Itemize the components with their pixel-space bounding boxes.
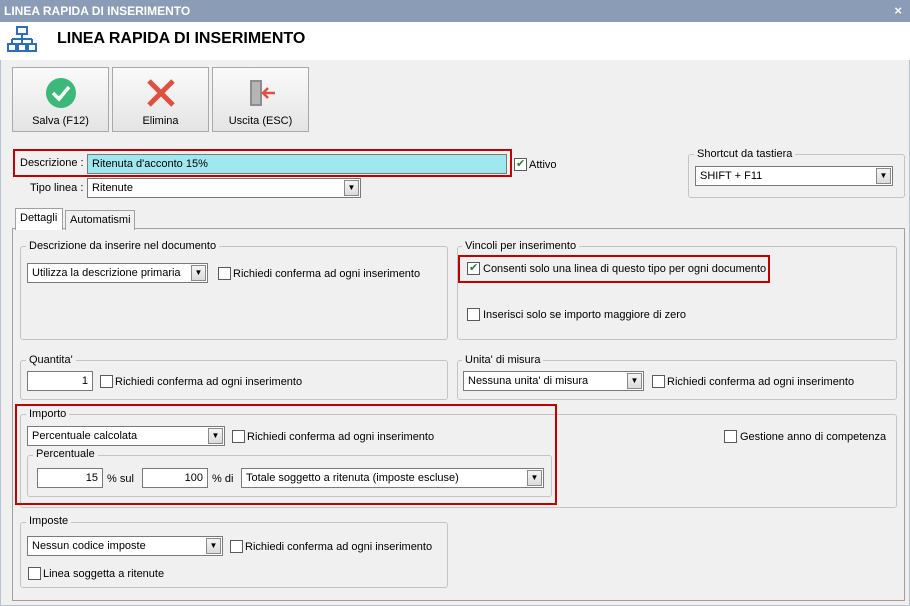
sitemap-icon bbox=[7, 25, 37, 58]
gestione-label: Gestione anno di competenza bbox=[740, 431, 887, 443]
importo-confirm-label: Richiedi conferma ad ogni inserimento bbox=[247, 431, 435, 443]
chevron-down-icon[interactable]: ▼ bbox=[191, 265, 206, 281]
descrizione-label: Descrizione : bbox=[20, 157, 84, 169]
descrizione-documento-select[interactable]: Utilizza la descrizione primaria ▼ bbox=[27, 263, 208, 283]
importo-confirm-checkbox[interactable] bbox=[232, 430, 245, 443]
unita-select[interactable]: Nessuna unita' di misura ▼ bbox=[463, 371, 644, 391]
consenti-checkbox[interactable] bbox=[467, 261, 480, 275]
chevron-down-icon[interactable]: ▼ bbox=[876, 168, 891, 184]
window-title-bar: LINEA RAPIDA DI INSERIMENTO × bbox=[0, 0, 910, 22]
imposte-value: Nessun codice imposte bbox=[32, 540, 146, 552]
window-title: LINEA RAPIDA DI INSERIMENTO bbox=[4, 4, 191, 18]
descrizione-confirm-label: Richiedi conferma ad ogni inserimento bbox=[233, 268, 421, 280]
gestione-checkbox[interactable] bbox=[724, 430, 737, 443]
percentuale-title: Percentuale bbox=[33, 448, 98, 460]
tab-automatismi[interactable]: Automatismi bbox=[65, 210, 135, 230]
imposte-select[interactable]: Nessun codice imposte ▼ bbox=[27, 536, 223, 556]
exit-door-icon bbox=[250, 80, 275, 106]
imposte-confirm-checkbox[interactable] bbox=[230, 540, 243, 553]
shortcut-title: Shortcut da tastiera bbox=[694, 148, 796, 160]
percent-base-value: Totale soggetto a ritenuta (imposte escl… bbox=[246, 472, 459, 484]
attivo-label: Attivo bbox=[529, 159, 557, 171]
tipo-linea-select[interactable]: Ritenute ▼ bbox=[87, 178, 361, 198]
tipo-linea-value: Ritenute bbox=[92, 182, 133, 194]
attivo-checkbox[interactable] bbox=[514, 157, 527, 171]
percent-di-label: % di bbox=[212, 473, 234, 485]
importo-select[interactable]: Percentuale calcolata ▼ bbox=[27, 426, 225, 446]
exit-button[interactable]: Uscita (ESC) bbox=[212, 67, 309, 132]
delete-button[interactable]: Elimina bbox=[112, 67, 209, 132]
chevron-down-icon[interactable]: ▼ bbox=[527, 470, 542, 486]
quantita-title: Quantita' bbox=[26, 354, 76, 366]
x-icon bbox=[147, 79, 175, 107]
percent-input[interactable]: 15 bbox=[37, 468, 103, 488]
unita-value: Nessuna unita' di misura bbox=[468, 375, 589, 387]
quantita-input[interactable]: 1 bbox=[27, 371, 93, 391]
descrizione-confirm-checkbox[interactable] bbox=[218, 267, 231, 280]
consenti-label: Consenti solo una linea di questo tipo p… bbox=[483, 263, 767, 275]
chevron-down-icon[interactable]: ▼ bbox=[627, 373, 642, 389]
importo-value: Percentuale calcolata bbox=[32, 430, 138, 442]
unita-confirm-label: Richiedi conferma ad ogni inserimento bbox=[667, 376, 855, 388]
delete-button-label: Elimina bbox=[142, 115, 179, 127]
unita-title: Unita' di misura bbox=[462, 354, 544, 366]
exit-button-label: Uscita (ESC) bbox=[228, 115, 293, 127]
unita-confirm-checkbox[interactable] bbox=[652, 375, 665, 388]
shortcut-select[interactable]: SHIFT + F11 ▼ bbox=[695, 166, 893, 186]
linea-ritenute-checkbox[interactable] bbox=[28, 567, 41, 580]
check-icon bbox=[46, 78, 76, 108]
tab-dettagli[interactable]: Dettagli bbox=[15, 208, 63, 230]
inserisci-label: Inserisci solo se importo maggiore di ze… bbox=[483, 309, 686, 321]
descrizione-documento-title: Descrizione da inserire nel documento bbox=[26, 240, 220, 252]
percent-sul-label: % sul bbox=[107, 473, 134, 485]
descrizione-documento-value: Utilizza la descrizione primaria bbox=[32, 267, 181, 279]
close-icon[interactable]: × bbox=[894, 0, 902, 22]
imposte-confirm-label: Richiedi conferma ad ogni inserimento bbox=[245, 541, 433, 553]
chevron-down-icon[interactable]: ▼ bbox=[206, 538, 221, 554]
importo-title: Importo bbox=[26, 408, 70, 420]
percent-base-select[interactable]: Totale soggetto a ritenuta (imposte escl… bbox=[241, 468, 544, 488]
inserisci-checkbox[interactable] bbox=[467, 308, 480, 321]
page-title: LINEA RAPIDA DI INSERIMENTO bbox=[57, 30, 306, 47]
save-button-label: Salva (F12) bbox=[32, 115, 89, 127]
linea-ritenute-label: Linea soggetta a ritenute bbox=[43, 568, 165, 580]
base-input[interactable]: 100 bbox=[142, 468, 208, 488]
imposte-title: Imposte bbox=[26, 515, 72, 527]
chevron-down-icon[interactable]: ▼ bbox=[344, 180, 359, 196]
descrizione-input[interactable]: Ritenuta d'acconto 15% bbox=[87, 154, 507, 174]
shortcut-value: SHIFT + F11 bbox=[700, 170, 763, 182]
save-button[interactable]: Salva (F12) bbox=[12, 67, 109, 132]
chevron-down-icon[interactable]: ▼ bbox=[208, 428, 223, 444]
tipo-linea-label: Tipo linea : bbox=[30, 182, 84, 194]
descrizione-documento-group bbox=[20, 246, 448, 340]
vincoli-title: Vincoli per inserimento bbox=[462, 240, 580, 252]
quantita-confirm-label: Richiedi conferma ad ogni inserimento bbox=[115, 376, 303, 388]
quantita-confirm-checkbox[interactable] bbox=[100, 375, 113, 388]
